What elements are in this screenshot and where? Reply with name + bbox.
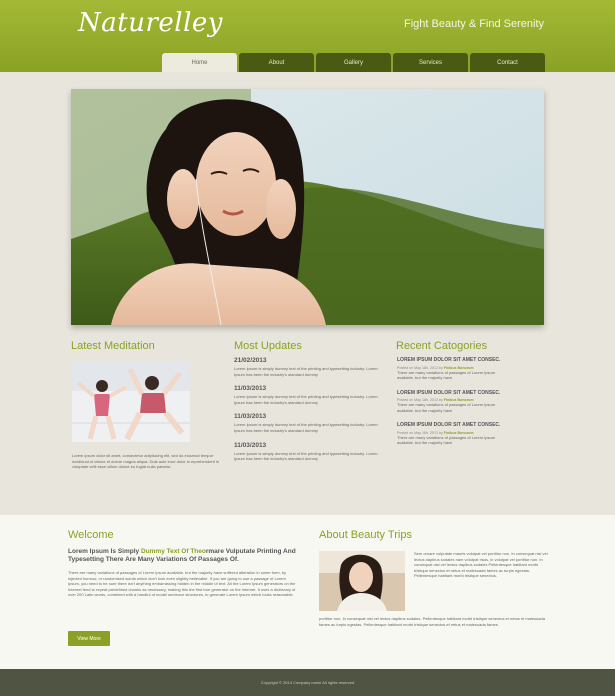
update-item: 11/03/2013 Lorem Ipsum is simply dummy t… [234, 385, 384, 405]
category-text: There are many variations of passages of… [397, 434, 496, 446]
welcome-heading: Welcome [68, 529, 114, 541]
lead-text: Lorem Ipsum Is Simply [68, 548, 141, 555]
welcome-lead: Lorem Ipsum Is Simply Dummy Text Of Theo… [68, 548, 298, 564]
category-item: LOREM IPSUM DOLOR SIT AMET CONSEC. Poste… [397, 390, 507, 414]
site-header: Naturelley Fight Beauty & Find Serenity … [0, 0, 615, 72]
hero-image [71, 89, 544, 325]
hero-photo-illustration [71, 89, 544, 325]
view-more-button[interactable]: View More [68, 631, 110, 646]
nav-gallery[interactable]: Gallery [316, 53, 391, 72]
tagline: Fight Beauty & Find Serenity [404, 18, 545, 30]
nav-home[interactable]: Home [162, 53, 237, 72]
main-nav: Home About Gallery Services Contact [162, 53, 545, 72]
author-link[interactable]: Finibus Bonorum [444, 366, 474, 370]
category-title-link[interactable]: LOREM IPSUM DOLOR SIT AMET CONSEC. [397, 357, 507, 364]
trips-heading: About Beauty Trips [319, 529, 412, 541]
meditation-image [72, 361, 190, 442]
copyright-text: Copyright © 2014 Company name All rights… [260, 680, 355, 685]
update-item: 11/03/2013 Lorem Ipsum is simply dummy t… [234, 413, 384, 433]
update-date: 11/03/2013 [234, 441, 267, 449]
trips-image [319, 551, 405, 611]
update-text: Lorem Ipsum is simply dummy text of the … [234, 366, 378, 377]
welcome-block: Welcome Lorem Ipsum Is Simply Dummy Text… [68, 529, 298, 598]
update-date: 21/02/2013 [234, 357, 267, 364]
update-date: 11/03/2013 [234, 385, 267, 393]
woman-photo-illustration [319, 551, 405, 611]
nav-about[interactable]: About [239, 53, 314, 72]
category-item: LOREM IPSUM DOLOR SIT AMET CONSEC. Poste… [397, 357, 507, 381]
category-text: There are many variations of passages of… [397, 402, 496, 413]
meditation-heading: Latest Meditation [71, 340, 155, 352]
site-logo[interactable]: Naturelley [78, 8, 223, 38]
category-title-link[interactable]: LOREM IPSUM DOLOR SIT AMET CONSEC. [397, 422, 507, 429]
yoga-photo-illustration [72, 361, 190, 442]
update-item: 21/02/2013 Lorem Ipsum is simply dummy t… [234, 357, 384, 377]
categories-list: LOREM IPSUM DOLOR SIT AMET CONSEC. Poste… [397, 357, 507, 455]
welcome-body: There are many variations of passages of… [68, 570, 296, 598]
trips-text-continued: porttitor non. In consequat nisl vel lec… [319, 616, 545, 627]
update-item: 11/03/2013 Lorem Ipsum is simply dummy t… [234, 442, 384, 462]
meditation-text: Lorem ipsum dolor sit amet, consectetur … [72, 453, 219, 470]
category-text: There are many variations of passages of… [397, 369, 496, 381]
category-item: LOREM IPSUM DOLOR SIT AMET CONSEC. Poste… [397, 422, 507, 446]
update-date: 11/03/2013 [234, 413, 267, 421]
posted-label: Posted on May 18h, 2013 by [397, 365, 443, 370]
updates-heading: Most Updates [234, 340, 302, 352]
update-text: Lorem Ipsum is simply dummy text of the … [234, 422, 378, 433]
trips-text: Sem ornare vulputate mauris volutpat vel… [414, 551, 548, 579]
update-text: Lorem Ipsum is simply dummy text of the … [234, 394, 378, 405]
categories-heading: Recent Catogories [396, 340, 488, 352]
category-title-link[interactable]: LOREM IPSUM DOLOR SIT AMET CONSEC. [397, 390, 507, 397]
lead-highlight: Dummy Text Of Theo [140, 548, 206, 555]
nav-services[interactable]: Services [393, 53, 468, 72]
nav-contact[interactable]: Contact [470, 53, 545, 72]
updates-list: 21/02/2013 Lorem Ipsum is simply dummy t… [234, 357, 384, 462]
update-text: Lorem Ipsum is simply dummy text of the … [234, 450, 378, 462]
